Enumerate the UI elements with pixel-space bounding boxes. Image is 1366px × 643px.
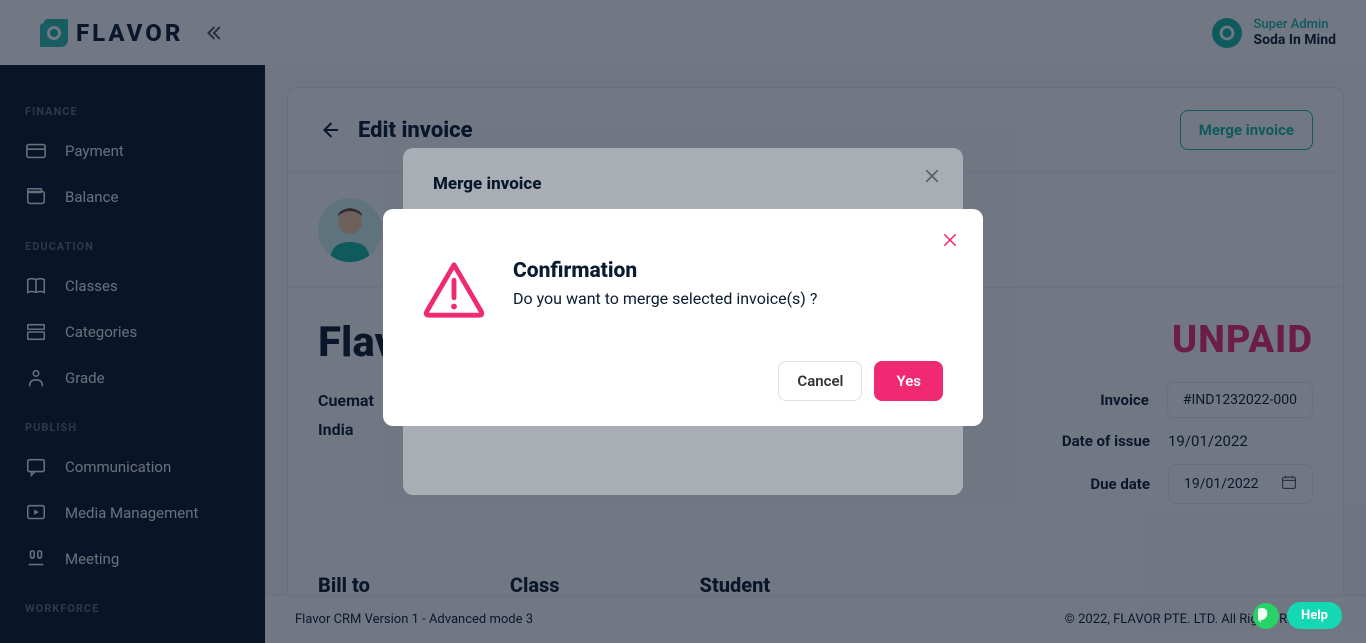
confirm-body: Confirmation Do you want to merge select… xyxy=(423,259,943,321)
help-button[interactable]: Help xyxy=(1287,602,1342,629)
yes-button[interactable]: Yes xyxy=(874,361,943,401)
warning-triangle-icon xyxy=(423,259,485,321)
close-icon[interactable] xyxy=(943,231,957,252)
confirmation-modal: Confirmation Do you want to merge select… xyxy=(383,209,983,426)
cancel-button[interactable]: Cancel xyxy=(778,361,862,401)
help-bubble: Help xyxy=(1253,602,1342,629)
confirm-text: Do you want to merge selected invoice(s)… xyxy=(513,289,817,308)
confirm-text-block: Confirmation Do you want to merge select… xyxy=(513,259,817,308)
confirm-title: Confirmation xyxy=(513,259,817,283)
confirm-actions: Cancel Yes xyxy=(423,361,943,401)
whatsapp-icon[interactable] xyxy=(1253,603,1279,629)
